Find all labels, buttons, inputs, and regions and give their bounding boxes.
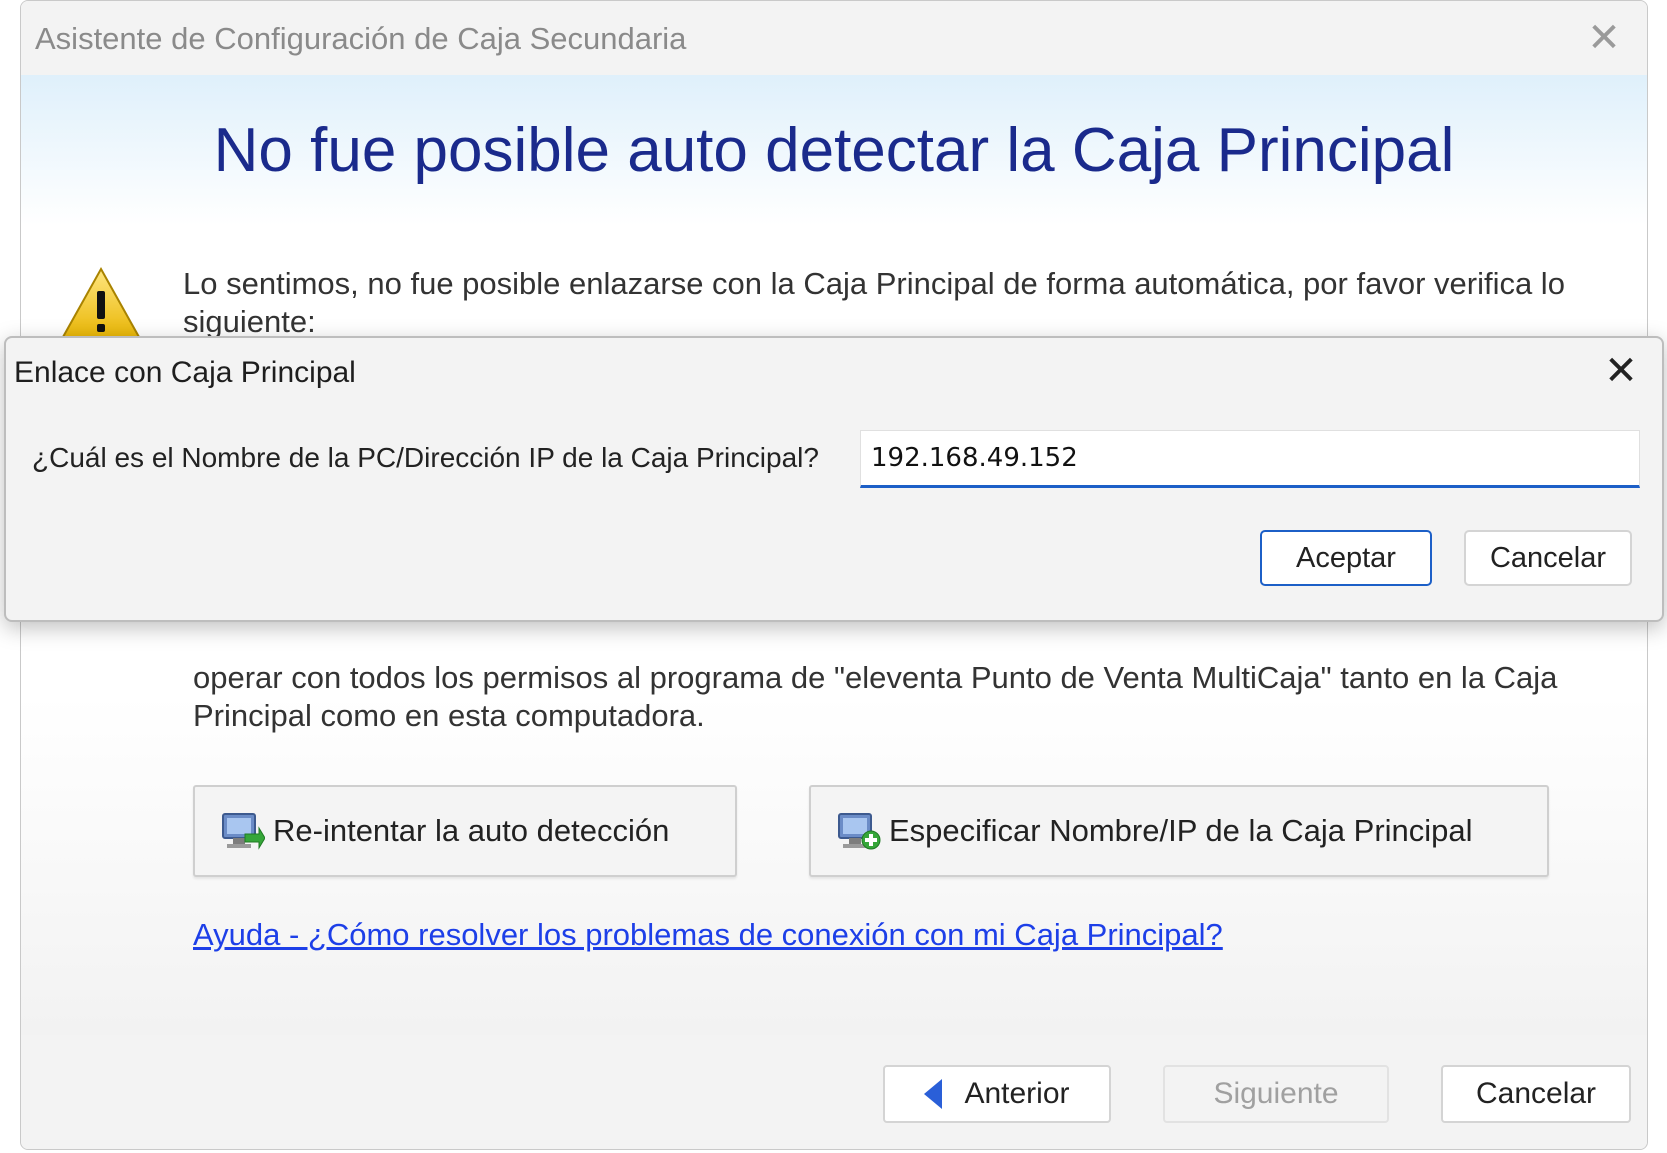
- ip-address-input[interactable]: [860, 430, 1640, 488]
- wizard-close-icon[interactable]: ✕: [1581, 15, 1627, 61]
- network-computer-icon: [222, 813, 265, 850]
- wizard-footer: Anterior Siguiente Cancelar: [21, 1035, 1647, 1149]
- ip-prompt-label: ¿Cuál es el Nombre de la PC/Dirección IP…: [32, 442, 819, 473]
- wizard-titlebar: Asistente de Configuración de Caja Secun…: [21, 1, 1647, 75]
- dialog-close-icon[interactable]: ✕: [1598, 348, 1644, 394]
- instruction-text: operar con todos los permisos al program…: [193, 660, 1558, 733]
- warning-triangle-icon: [61, 266, 141, 342]
- back-button[interactable]: Anterior: [883, 1065, 1111, 1123]
- wizard-title: Asistente de Configuración de Caja Secun…: [35, 21, 687, 56]
- back-label: Anterior: [964, 1077, 1070, 1110]
- wizard-cancel-button[interactable]: Cancelar: [1441, 1065, 1631, 1123]
- specify-ip-button[interactable]: Especificar Nombre/IP de la Caja Princip…: [809, 785, 1549, 877]
- retry-detection-label: Re-intentar la auto detección: [273, 813, 670, 848]
- help-link[interactable]: Ayuda - ¿Cómo resolver los problemas de …: [193, 917, 1223, 953]
- intro-text: Lo sentimos, no fue posible enlazarse co…: [183, 266, 1565, 339]
- page-title: No fue posible auto detectar la Caja Pri…: [213, 116, 1455, 185]
- next-button[interactable]: Siguiente: [1163, 1065, 1389, 1123]
- accept-button[interactable]: Aceptar: [1260, 530, 1432, 586]
- link-dialog: Enlace con Caja Principal ✕ ¿Cuál es el …: [4, 336, 1664, 622]
- arrow-left-icon: [924, 1079, 943, 1109]
- specify-ip-label: Especificar Nombre/IP de la Caja Princip…: [889, 813, 1473, 848]
- retry-detection-button[interactable]: Re-intentar la auto detección: [193, 785, 737, 877]
- computer-add-icon: [838, 813, 881, 850]
- dialog-cancel-button[interactable]: Cancelar: [1464, 530, 1632, 586]
- dialog-title: Enlace con Caja Principal: [14, 356, 356, 389]
